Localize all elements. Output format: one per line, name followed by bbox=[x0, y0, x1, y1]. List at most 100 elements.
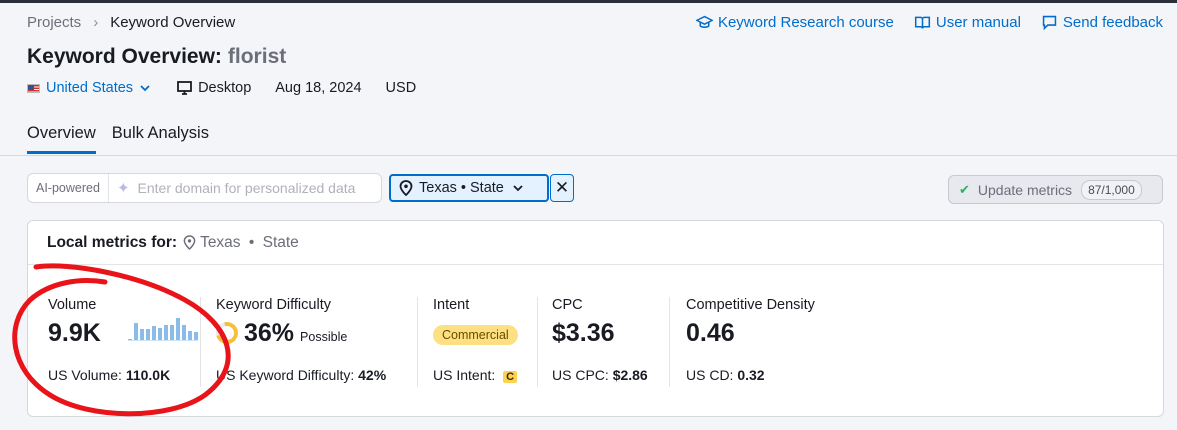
volume-trend-bar bbox=[134, 323, 138, 340]
update-metrics-button[interactable]: ✔ Update metrics 87/1,000 bbox=[948, 175, 1163, 204]
us-volume-label: US Volume: bbox=[48, 367, 122, 383]
volume-trend-bar bbox=[146, 329, 150, 340]
help-links: Keyword Research course User manual Send… bbox=[695, 14, 1163, 31]
course-link[interactable]: Keyword Research course bbox=[695, 14, 894, 31]
kd-label: Keyword Difficulty bbox=[216, 297, 331, 313]
card-header-label: Local metrics for: bbox=[47, 233, 178, 251]
breadcrumb-projects[interactable]: Projects bbox=[27, 14, 81, 31]
title-keyword: florist bbox=[227, 45, 287, 68]
tab-overview[interactable]: Overview bbox=[27, 124, 96, 154]
feedback-label: Send feedback bbox=[1062, 14, 1163, 31]
tab-bar: Overview Bulk Analysis bbox=[27, 124, 209, 154]
intent-metric: Intent Commercial US Intent: C bbox=[433, 297, 533, 387]
volume-trend-bar bbox=[188, 331, 192, 340]
country-label: United States bbox=[46, 80, 134, 96]
us-cpc: US CPC: $2.86 bbox=[552, 367, 648, 383]
comment-icon bbox=[1042, 15, 1057, 31]
header-location-name: Texas bbox=[200, 233, 241, 251]
intent-label: Intent bbox=[433, 297, 470, 313]
cpc-value: $3.36 bbox=[552, 319, 615, 347]
volume-trend-bar bbox=[158, 328, 162, 340]
volume-trend-bar bbox=[194, 332, 198, 340]
card-header-location: Texas • State bbox=[183, 234, 299, 252]
us-intent-label: US Intent: bbox=[433, 367, 496, 383]
bullet-separator: • bbox=[244, 233, 259, 251]
us-cd-value: 0.32 bbox=[737, 367, 765, 383]
device-label: Desktop bbox=[177, 80, 251, 96]
chevron-down-icon bbox=[513, 185, 523, 192]
us-kd-label: US Keyword Difficulty: bbox=[216, 367, 355, 383]
device-text: Desktop bbox=[198, 80, 252, 96]
desktop-icon bbox=[177, 81, 192, 95]
sparkle-icon: ✦ bbox=[116, 180, 130, 197]
ai-domain-box: AI-powered ✦ bbox=[27, 173, 382, 203]
us-intent: US Intent: C bbox=[433, 367, 518, 383]
local-metrics-card: Local metrics for: Texas • State Volume … bbox=[27, 220, 1164, 417]
location-pin-icon bbox=[183, 235, 196, 250]
us-volume-value: 110.0K bbox=[125, 367, 171, 383]
clear-location-button[interactable]: ✕ bbox=[550, 174, 574, 202]
kd-value: 36% bbox=[244, 319, 295, 347]
volume-trend-bar bbox=[164, 325, 168, 340]
us-cpc-value: $2.86 bbox=[612, 367, 648, 383]
domain-input[interactable] bbox=[137, 180, 370, 196]
intent-badge[interactable]: Commercial bbox=[433, 325, 518, 345]
volume-trend-bar bbox=[182, 325, 186, 340]
tab-bulk-analysis[interactable]: Bulk Analysis bbox=[112, 124, 209, 154]
volume-metric: Volume 9.9K US Volume: 110.0K bbox=[48, 297, 198, 387]
competitive-density-metric: Competitive Density 0.46 US CD: 0.32 bbox=[686, 297, 886, 387]
course-link-label: Keyword Research course bbox=[717, 14, 894, 31]
us-cd-label: US CD: bbox=[686, 367, 734, 383]
volume-trend-bar bbox=[140, 329, 144, 340]
chevron-down-icon bbox=[140, 85, 150, 92]
difficulty-gauge-icon bbox=[211, 317, 243, 349]
density-value: 0.46 bbox=[686, 319, 735, 347]
density-label: Competitive Density bbox=[686, 297, 815, 313]
metric-divider bbox=[669, 297, 670, 387]
page-title: Keyword Overview: florist bbox=[27, 45, 286, 69]
meta-row: United States Desktop Aug 18, 2024 USD bbox=[27, 80, 416, 96]
us-volume: US Volume: 110.0K bbox=[48, 367, 170, 383]
volume-label: Volume bbox=[48, 297, 97, 313]
currency-label: USD bbox=[385, 80, 417, 96]
close-icon: ✕ bbox=[554, 178, 570, 197]
feedback-link[interactable]: Send feedback bbox=[1041, 14, 1163, 31]
breadcrumb-current: Keyword Overview bbox=[110, 14, 236, 31]
cpc-metric: CPC $3.36 US CPC: $2.86 bbox=[552, 297, 672, 387]
metric-divider bbox=[537, 297, 538, 387]
location-selector[interactable]: Texas • State bbox=[389, 174, 549, 202]
kd-rating: Possible bbox=[300, 330, 348, 344]
cpc-label: CPC bbox=[552, 297, 583, 313]
metric-divider bbox=[417, 297, 418, 387]
user-manual-link[interactable]: User manual bbox=[914, 14, 1021, 31]
update-metrics-label: Update metrics bbox=[977, 181, 1073, 198]
book-icon bbox=[914, 16, 930, 29]
location-label: Texas • State bbox=[419, 180, 504, 196]
check-icon: ✔ bbox=[959, 181, 970, 197]
us-intent-badge[interactable]: C bbox=[503, 371, 518, 383]
update-count-badge: 87/1,000 bbox=[1081, 179, 1142, 200]
date-label: Aug 18, 2024 bbox=[275, 80, 362, 96]
volume-trend-bar bbox=[128, 339, 132, 340]
metric-divider bbox=[200, 297, 201, 387]
breadcrumb: Projects › Keyword Overview bbox=[27, 14, 235, 31]
header-location-scope: State bbox=[262, 233, 299, 251]
title-prefix: Keyword Overview: bbox=[27, 45, 222, 68]
us-cpc-label: US CPC: bbox=[552, 367, 609, 383]
country-selector[interactable]: United States bbox=[27, 80, 151, 96]
card-header: Local metrics for: Texas • State bbox=[28, 221, 1163, 265]
us-kd-value: 42% bbox=[358, 367, 387, 383]
volume-trend-bar bbox=[152, 326, 156, 340]
volume-trend-bar bbox=[176, 318, 180, 340]
volume-trend-bar bbox=[170, 325, 174, 340]
chevron-right-icon: › bbox=[93, 14, 99, 31]
graduation-cap-icon bbox=[695, 15, 713, 28]
us-flag-icon bbox=[27, 83, 40, 93]
location-pin-icon bbox=[399, 180, 413, 196]
ai-powered-label: AI-powered bbox=[28, 174, 109, 202]
top-border bbox=[0, 0, 1177, 3]
us-kd: US Keyword Difficulty: 42% bbox=[216, 367, 386, 383]
keyword-difficulty-metric: Keyword Difficulty 36% Possible US Keywo… bbox=[211, 297, 416, 387]
us-cd: US CD: 0.32 bbox=[686, 367, 765, 383]
kd-value-row: 36% Possible bbox=[211, 317, 416, 349]
